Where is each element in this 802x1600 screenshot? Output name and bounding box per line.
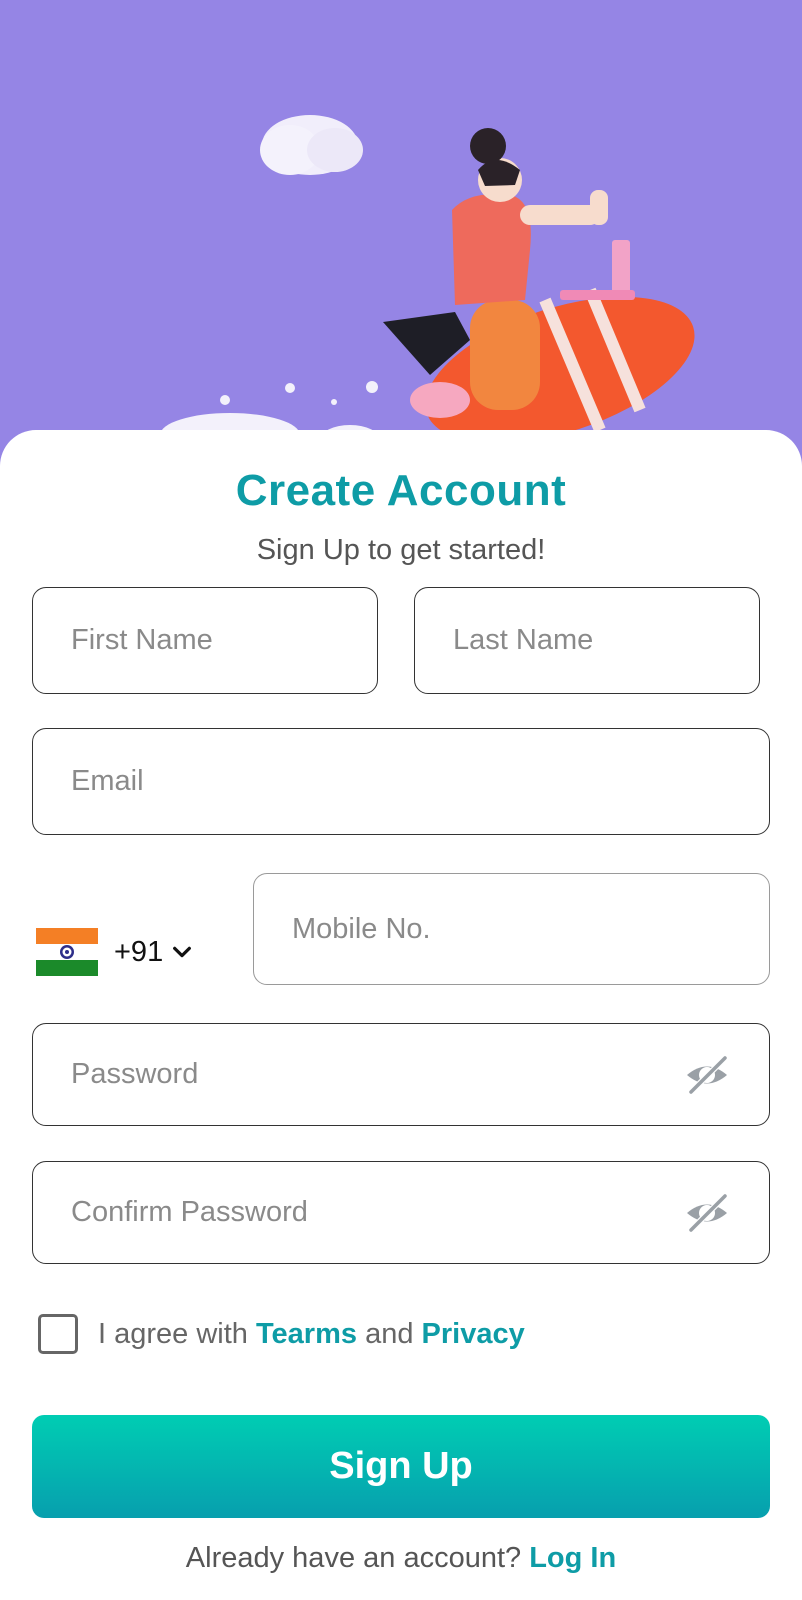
- email-input[interactable]: [33, 765, 769, 798]
- confirm-password-input[interactable]: [33, 1196, 769, 1229]
- login-link[interactable]: Log In: [529, 1542, 616, 1574]
- confirm-password-field[interactable]: [32, 1161, 770, 1264]
- hero-illustration: [0, 0, 802, 470]
- first-name-field[interactable]: [32, 587, 378, 694]
- chevron-down-icon: [173, 946, 192, 958]
- privacy-link[interactable]: Privacy: [422, 1318, 525, 1350]
- terms-link[interactable]: Tearms: [256, 1318, 357, 1350]
- password-field[interactable]: [32, 1023, 770, 1126]
- first-name-input[interactable]: [33, 624, 377, 657]
- country-code-selector[interactable]: +91: [36, 922, 193, 982]
- signup-button[interactable]: Sign Up: [32, 1415, 770, 1518]
- india-flag-icon: [36, 928, 98, 976]
- country-code: +91: [114, 935, 164, 968]
- mobile-input[interactable]: [254, 912, 769, 946]
- page-title: Create Account: [235, 466, 567, 515]
- cloud-icon: [260, 115, 363, 175]
- login-prompt-text: Already have an account?: [185, 1542, 522, 1574]
- signup-card: Create Account Sign Up to get started! +…: [0, 430, 802, 1600]
- email-field[interactable]: [32, 728, 770, 835]
- eye-off-icon[interactable]: [683, 1054, 731, 1096]
- agree-prefix: I agree with: [98, 1317, 248, 1350]
- mobile-field[interactable]: [253, 873, 770, 985]
- terms-agreement: I agree with Tearms and Privacy: [38, 1314, 525, 1354]
- password-input[interactable]: [33, 1058, 769, 1091]
- agree-conjunction: and: [365, 1317, 414, 1350]
- page-subtitle: Sign Up to get started!: [256, 534, 546, 566]
- last-name-input[interactable]: [415, 624, 759, 657]
- login-prompt: Already have an account? Log In: [0, 1542, 802, 1575]
- rocket-rider-illustration: [160, 115, 695, 457]
- agree-checkbox[interactable]: [38, 1314, 78, 1354]
- eye-off-icon[interactable]: [683, 1192, 731, 1234]
- last-name-field[interactable]: [414, 587, 760, 694]
